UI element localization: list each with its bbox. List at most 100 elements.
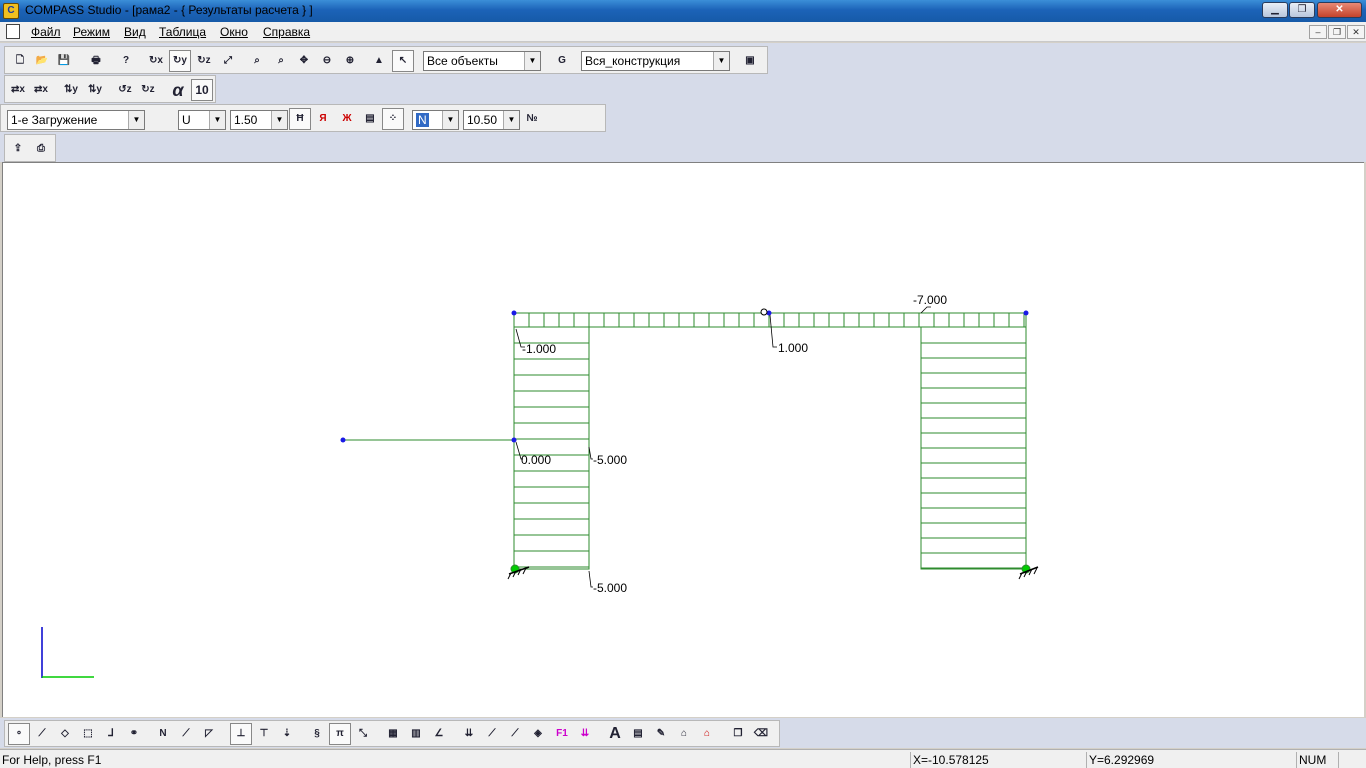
construction-select[interactable]: Вся_конструкция ▼ xyxy=(581,51,730,71)
pencil-icon[interactable]: ✎ xyxy=(650,723,672,745)
menu-window[interactable]: Окно xyxy=(220,25,248,39)
rotate-y-right-icon[interactable]: ⇅y xyxy=(84,79,106,101)
zoom-in-icon[interactable]: ⊕ xyxy=(339,50,361,72)
chevron-down-icon[interactable]: ▼ xyxy=(209,111,225,129)
chevron-down-icon[interactable]: ▼ xyxy=(713,52,729,70)
mdi-restore-button[interactable]: ❐ xyxy=(1328,25,1346,39)
force-component-select[interactable]: N ▼ xyxy=(412,110,459,130)
rotate-z-right-icon[interactable]: ↻z xyxy=(137,79,159,101)
print-icon[interactable]: 🖶 xyxy=(85,50,107,72)
section-tool-icon[interactable]: § xyxy=(306,723,328,745)
load-tool-icon[interactable]: ⇣ xyxy=(276,723,298,745)
bar-numbers-icon[interactable]: ⟋ xyxy=(175,723,197,745)
window-tool-icon[interactable]: ❐ xyxy=(727,723,749,745)
menu-view[interactable]: Вид xyxy=(124,25,146,39)
chevron-down-icon[interactable]: ▼ xyxy=(524,52,540,70)
label-icon[interactable]: ▲ xyxy=(368,50,390,72)
hinge-tool-icon[interactable]: ⊤ xyxy=(253,723,275,745)
plate-numbers-icon[interactable]: ◸ xyxy=(198,723,220,745)
rotate-xy-icon[interactable]: ⤢ xyxy=(217,50,239,72)
eraser-icon[interactable]: ⌫ xyxy=(750,723,772,745)
rotate-y-icon[interactable]: ↻y xyxy=(169,50,191,72)
table-tool-icon[interactable]: ▤ xyxy=(627,723,649,745)
help-icon[interactable]: ? xyxy=(115,50,137,72)
solid-tool-icon[interactable]: ⬚ xyxy=(77,723,99,745)
text-tool-icon[interactable]: A xyxy=(604,723,626,745)
node-1[interactable] xyxy=(511,310,517,316)
diagram-values-icon[interactable]: Ж xyxy=(336,108,358,130)
rotate-y-left-icon[interactable]: ⇅y xyxy=(60,79,82,101)
menu-mode[interactable]: Режим xyxy=(73,25,110,39)
font-size-select[interactable]: 10.50 ▼ xyxy=(463,110,520,130)
select-arrow-icon[interactable]: ↖ xyxy=(392,50,414,72)
load-f1-icon[interactable]: F1 xyxy=(551,723,573,745)
rotate-z-icon[interactable]: ↻z xyxy=(193,50,215,72)
beam-tool-icon[interactable]: π xyxy=(329,723,351,745)
menu-table[interactable]: Таблица xyxy=(159,25,206,39)
minimize-button[interactable]: ▁ xyxy=(1262,2,1288,18)
distributed-load-icon[interactable]: ⇊ xyxy=(458,723,480,745)
plate-tool-icon[interactable]: ◇ xyxy=(54,723,76,745)
document-icon[interactable] xyxy=(6,24,20,39)
report-icon[interactable]: ⎙ xyxy=(30,138,52,160)
chevron-down-icon[interactable]: ▼ xyxy=(271,111,287,129)
support-tool-icon[interactable]: ⊥ xyxy=(230,723,252,745)
zoom-all-icon[interactable]: ⌕ xyxy=(270,50,292,72)
diagram-settings-icon[interactable]: ▤ xyxy=(359,108,381,130)
legend-icon[interactable]: № xyxy=(521,108,543,130)
frame-tool-icon[interactable]: ⌂ xyxy=(673,723,695,745)
rotate-x-right-icon[interactable]: ⇄x xyxy=(30,79,52,101)
node-5[interactable] xyxy=(511,437,517,443)
alpha-icon: α xyxy=(172,80,184,100)
group-icon[interactable]: G xyxy=(551,50,573,72)
export-icon[interactable]: ⇪ xyxy=(7,138,29,160)
rotate-x-icon[interactable]: ↻x xyxy=(145,50,167,72)
results-toolbar: 1-е Загружение ▼ U ▼ 1.50 ▼ Ħ Я Ж ▤ ⁘ N ▼ 10… xyxy=(0,104,606,132)
stiffness-tool-icon[interactable]: ▥ xyxy=(405,723,427,745)
result-component-select[interactable]: U ▼ xyxy=(178,110,226,130)
node-4[interactable] xyxy=(340,437,346,443)
alpha-value[interactable]: 10 xyxy=(191,79,213,101)
material-tool-icon[interactable]: ▦ xyxy=(382,723,404,745)
moment-tool-icon[interactable]: ⟋ xyxy=(504,723,526,745)
app-logo-icon[interactable]: C xyxy=(3,3,19,19)
objects-select[interactable]: Все объекты ▼ xyxy=(423,51,541,71)
node-numbers-icon[interactable]: N xyxy=(152,723,174,745)
close-button[interactable]: ✕ xyxy=(1317,2,1362,18)
bar-tool-icon[interactable]: ⟋ xyxy=(31,723,53,745)
mdi-close-button[interactable]: ✕ xyxy=(1347,25,1365,39)
maximize-button[interactable]: ❐ xyxy=(1289,2,1315,18)
diagram-fill-icon[interactable]: Ħ xyxy=(289,108,311,130)
drawing-canvas[interactable]: -1.000 1.000 -7.000 0.000 -5.000 -5.000 xyxy=(2,162,1364,717)
grid-icon[interactable]: ⁘ xyxy=(382,108,404,130)
properties-icon[interactable]: ▣ xyxy=(739,50,761,72)
scale-select[interactable]: 1.50 ▼ xyxy=(230,110,288,130)
new-icon[interactable]: 🗋 xyxy=(9,50,31,72)
menu-file[interactable]: Файл xyxy=(31,25,61,39)
force-tool-icon[interactable]: ⟋ xyxy=(481,723,503,745)
open-icon[interactable]: 📂 xyxy=(31,50,53,72)
axes-tool-icon[interactable]: ⅃ xyxy=(100,723,122,745)
frame-diagram[interactable]: -1.000 1.000 -7.000 0.000 -5.000 -5.000 xyxy=(3,163,1365,718)
rotate-x-left-icon[interactable]: ⇄x xyxy=(7,79,29,101)
chevron-down-icon[interactable]: ▼ xyxy=(442,111,458,129)
node-3[interactable] xyxy=(1023,310,1029,316)
angle-tool-icon[interactable]: ∠ xyxy=(428,723,450,745)
chevron-down-icon[interactable]: ▼ xyxy=(128,111,144,129)
node-tool-icon[interactable]: ∘ xyxy=(8,723,30,745)
zoom-out-icon[interactable]: ⊖ xyxy=(316,50,338,72)
load-combo-icon[interactable]: ⇊ xyxy=(574,723,596,745)
pan-icon[interactable]: ✥ xyxy=(293,50,315,72)
deform-tool-icon[interactable]: ⤡ xyxy=(352,723,374,745)
load-case-select[interactable]: 1-е Загружение ▼ xyxy=(7,110,145,130)
frame-red-tool-icon[interactable]: ⌂ xyxy=(696,723,718,745)
menu-help[interactable]: Справка xyxy=(263,25,310,39)
zoom-window-icon[interactable]: ⌕ xyxy=(246,50,268,72)
mdi-minimize-button[interactable]: – xyxy=(1309,25,1327,39)
link-tool-icon[interactable]: ⚭ xyxy=(123,723,145,745)
temperature-tool-icon[interactable]: ◈ xyxy=(527,723,549,745)
save-icon[interactable]: 💾 xyxy=(53,50,75,72)
chevron-down-icon[interactable]: ▼ xyxy=(503,111,519,129)
diagram-label-icon[interactable]: Я xyxy=(312,108,334,130)
rotate-z-left-icon[interactable]: ↺z xyxy=(114,79,136,101)
